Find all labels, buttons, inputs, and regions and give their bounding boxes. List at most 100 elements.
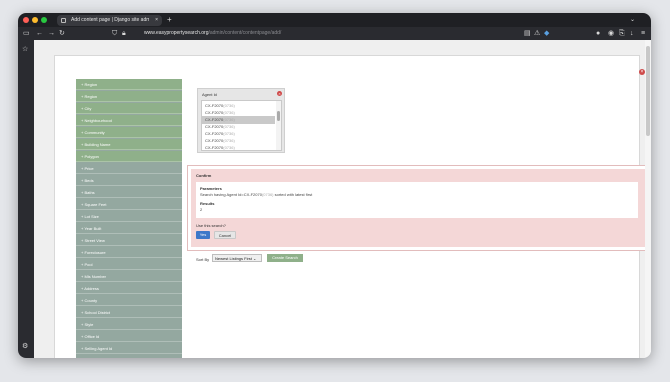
filter-item[interactable]: + Lot Size <box>76 211 182 222</box>
filter-item-label: City <box>84 106 92 111</box>
filter-item[interactable]: + Square Feet <box>76 199 182 210</box>
filter-item[interactable]: + Mls Number <box>76 271 182 282</box>
agent-list-item[interactable]: CX-F2070(0736) <box>202 144 275 150</box>
filter-item-label: School District <box>84 310 111 315</box>
extension-icon[interactable]: ◆ <box>544 27 549 40</box>
filter-item[interactable]: + Region <box>76 91 182 102</box>
page-content: × + Region + Region + City + Neighbourhood +… <box>34 40 651 358</box>
filter-item[interactable]: + Polygon <box>76 151 182 162</box>
filter-item[interactable]: + Selling Agent Id <box>76 343 182 354</box>
reload-icon[interactable]: ↻ <box>59 27 65 40</box>
filter-item[interactable]: + Region <box>76 79 182 90</box>
shield-icon[interactable]: ⛉ <box>112 27 117 40</box>
agent-code-suffix: (0736) <box>223 117 235 122</box>
address-bar[interactable]: www.easypropertysearch.org/admin/content… <box>144 27 281 40</box>
confirm-question: Use this search? <box>196 223 226 228</box>
agent-list-scroll-thumb[interactable] <box>277 111 280 121</box>
browser-titlebar: Add content page | Django site adm × + ⌄ <box>18 13 651 27</box>
filter-item-label: Region <box>84 82 98 87</box>
filter-item[interactable]: + Office Id <box>76 331 182 342</box>
agent-code-suffix: (0736) <box>223 138 235 143</box>
reader-icon[interactable]: ▤ <box>524 27 531 40</box>
filter-item[interactable]: + Community <box>76 127 182 138</box>
forward-arrow-icon[interactable]: → <box>48 27 55 40</box>
agent-id-remove-icon[interactable]: × <box>277 91 282 96</box>
filter-item[interactable]: + Address <box>76 283 182 294</box>
filter-item-label: Lot Size <box>84 214 99 219</box>
filter-item[interactable]: + Price <box>76 163 182 174</box>
sort-select[interactable]: Newest Listings First ⌄ <box>212 254 262 262</box>
settings-gear-icon[interactable]: ⚙ <box>22 340 28 353</box>
agent-code-suffix: (0736) <box>223 103 235 108</box>
tab-list-icon[interactable]: ⌄ <box>630 13 635 27</box>
window-minimize-button[interactable] <box>32 17 38 23</box>
filter-item-label: Pool <box>84 262 93 267</box>
confirm-dialog: Confirm Parameters Search having Agent I… <box>188 166 649 250</box>
filter-item-label: Mls Number <box>84 274 107 279</box>
page-scrollbar[interactable] <box>645 40 651 358</box>
cancel-button[interactable]: Cancel <box>214 231 236 239</box>
tab-title: Add content page | Django site adm <box>71 17 149 23</box>
filter-item[interactable]: + Foreclosure <box>76 247 182 258</box>
filter-item[interactable]: + Baths <box>76 187 182 198</box>
results-label: Results <box>200 201 215 206</box>
create-search-button[interactable]: Create Search <box>267 254 303 262</box>
yes-button[interactable]: Yes <box>196 231 210 239</box>
filter-item[interactable]: + Street View <box>76 235 182 246</box>
browser-tab[interactable]: Add content page | Django site adm × <box>57 15 162 26</box>
agent-code: CX-F2070 <box>205 138 224 143</box>
favicon-icon <box>61 18 66 23</box>
chevron-down-icon: ⌄ <box>253 256 257 261</box>
filter-item[interactable]: + County <box>76 295 182 306</box>
filter-item[interactable]: + Style <box>76 319 182 330</box>
lock-icon: 🔒︎ <box>122 30 126 37</box>
pocket-icon[interactable]: ⚠ <box>534 27 540 40</box>
filter-item-label: County <box>84 298 98 303</box>
agent-id-listbox[interactable]: CX-F2070(0736) CX-F2070(0736) CX-F2070(073… <box>201 100 282 151</box>
parameters-text-sort: sorted with latest first <box>273 192 313 197</box>
filter-item-label: Region <box>84 94 98 99</box>
filter-item[interactable]: + Beds <box>76 175 182 186</box>
menu-icon[interactable]: ≡ <box>641 27 645 40</box>
filter-item-label: Square Feet <box>84 202 107 207</box>
sort-by-label: Sort By <box>196 257 210 262</box>
tab-close-icon[interactable]: × <box>155 15 158 26</box>
agent-code: CX-F2070 <box>205 103 224 108</box>
parameters-text-main: Search having Agent Id=CX-F2070 <box>200 192 262 197</box>
star-icon[interactable]: ☆ <box>22 43 28 56</box>
download-icon[interactable]: ↓ <box>630 27 634 40</box>
filter-item-label: Building Name <box>84 142 111 147</box>
back-arrow-icon[interactable]: ← <box>36 27 43 40</box>
window-zoom-button[interactable] <box>41 17 47 23</box>
agent-code: CX-F2070 <box>205 117 224 122</box>
sidebar-toggle-icon[interactable]: ▭ <box>23 27 30 40</box>
agent-id-filter: Agent Id × CX-F2070(0736) CX-F2070(0736) C… <box>197 88 285 153</box>
agent-code-suffix: (0736) <box>223 131 235 136</box>
account-icon[interactable]: ● <box>596 27 600 40</box>
window-close-button[interactable] <box>23 17 29 23</box>
filter-item[interactable]: + Year Built <box>76 223 182 234</box>
share-icon[interactable]: ⎘ <box>619 27 625 40</box>
filter-item-label: Price <box>84 166 94 171</box>
parameters-text-faint: (0736) <box>261 192 274 197</box>
filter-item-label: Beds <box>84 178 94 183</box>
filter-sidebar: + Region + Region + City + Neighbourhood + C… <box>76 79 182 358</box>
filter-item[interactable]: + Selling Office Id <box>76 355 182 358</box>
filter-item[interactable]: + Building Name <box>76 139 182 150</box>
agent-list-scrollbar[interactable] <box>276 101 281 150</box>
filter-item[interactable]: + City <box>76 103 182 114</box>
filter-item[interactable]: + Pool <box>76 259 182 270</box>
browser-window: Add content page | Django site adm × + ⌄… <box>18 13 651 358</box>
agent-code-suffix: (0736) <box>223 124 235 129</box>
filter-item[interactable]: + Neighbourhood <box>76 115 182 126</box>
agent-code: CX-F2070 <box>205 124 224 129</box>
filter-item[interactable]: + School District <box>76 307 182 318</box>
sort-select-value: Newest Listings First <box>215 256 252 261</box>
new-tab-button[interactable]: + <box>167 13 172 27</box>
filter-item-label: Year Built <box>84 226 102 231</box>
page-scroll-thumb[interactable] <box>646 46 650 136</box>
filter-item-label: Community <box>84 130 105 135</box>
filter-item-label: Polygon <box>84 154 99 159</box>
profile-icon[interactable]: ◉ <box>608 27 614 40</box>
filter-item-label: Neighbourhood <box>84 118 112 123</box>
